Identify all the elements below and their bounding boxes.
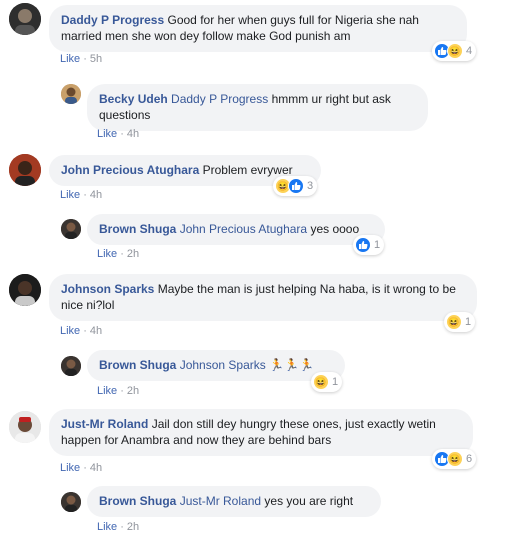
comment-actions: Like · 2h — [97, 385, 140, 397]
haha-icon: 😆 — [313, 374, 329, 390]
comment-text: Problem evrywer — [202, 163, 293, 177]
mention-tag[interactable]: Daddy P Progress — [171, 92, 268, 106]
reaction-summary[interactable]: 1 — [353, 235, 385, 255]
reaction-count: 3 — [307, 180, 314, 192]
author-name[interactable]: Daddy P Progress — [61, 13, 164, 27]
comment-actions: Like · 2h — [97, 248, 140, 260]
comment-bubble: Johnson Sparks Maybe the man is just hel… — [49, 274, 477, 321]
author-name[interactable]: Becky Udeh — [99, 92, 168, 106]
like-icon — [288, 178, 304, 194]
comment-bubble: Brown Shuga Just-Mr Roland yes you are r… — [87, 486, 381, 517]
avatar[interactable] — [9, 274, 41, 306]
haha-icon: 😆 — [447, 451, 463, 467]
reaction-summary[interactable]: 😆 1 — [311, 372, 343, 392]
like-link[interactable]: Like — [60, 53, 80, 65]
timestamp[interactable]: 4h — [90, 325, 102, 337]
like-link[interactable]: Like — [97, 521, 117, 533]
like-link[interactable]: Like — [60, 189, 80, 201]
comment-text: yes oooo — [310, 222, 360, 236]
mention-tag[interactable]: Johnson Sparks — [180, 358, 266, 372]
reaction-summary[interactable]: 😆 3 — [273, 176, 318, 196]
avatar[interactable] — [9, 411, 41, 443]
avatar[interactable] — [9, 154, 41, 186]
haha-icon: 😆 — [446, 314, 462, 330]
timestamp[interactable]: 2h — [127, 248, 139, 260]
timestamp[interactable]: 4h — [127, 128, 139, 140]
reaction-count: 4 — [466, 45, 473, 57]
reaction-summary[interactable]: 😆 1 — [444, 312, 476, 332]
comment-actions: Like · 4h — [97, 128, 140, 140]
haha-icon: 😆 — [447, 43, 463, 59]
comment-actions: Like · 5h — [60, 53, 103, 65]
like-link[interactable]: Like — [97, 128, 117, 140]
comment-actions: Like · 4h — [60, 462, 103, 474]
author-name[interactable]: John Precious Atughara — [61, 163, 199, 177]
timestamp[interactable]: 4h — [90, 189, 102, 201]
avatar[interactable] — [61, 219, 81, 239]
comment-bubble: Becky Udeh Daddy P Progress hmmm ur righ… — [87, 84, 428, 131]
author-name[interactable]: Brown Shuga — [99, 222, 176, 236]
avatar[interactable] — [9, 3, 41, 35]
like-link[interactable]: Like — [60, 462, 80, 474]
like-icon — [355, 237, 371, 253]
reaction-count: 1 — [332, 376, 339, 388]
timestamp[interactable]: 2h — [127, 385, 139, 397]
timestamp[interactable]: 2h — [127, 521, 139, 533]
comment-actions: Like · 2h — [97, 521, 140, 533]
timestamp[interactable]: 4h — [90, 462, 102, 474]
reaction-count: 6 — [466, 453, 473, 465]
comment-text: 🏃🏃🏃 — [269, 358, 314, 372]
like-link[interactable]: Like — [97, 385, 117, 397]
mention-tag[interactable]: John Precious Atughara — [180, 222, 307, 236]
reaction-summary[interactable]: 😆 4 — [432, 41, 477, 61]
reaction-count: 1 — [374, 239, 381, 251]
like-link[interactable]: Like — [97, 248, 117, 260]
comment-text: yes you are right — [264, 494, 354, 508]
comment-bubble: Just-Mr Roland Jail don still dey hungry… — [49, 409, 473, 456]
avatar[interactable] — [61, 356, 81, 376]
avatar[interactable] — [61, 492, 81, 512]
like-link[interactable]: Like — [60, 325, 80, 337]
reaction-summary[interactable]: 😆 6 — [432, 449, 477, 469]
author-name[interactable]: Johnson Sparks — [61, 282, 154, 296]
comment-bubble: Brown Shuga John Precious Atughara yes o… — [87, 214, 385, 245]
comment-actions: Like · 4h — [60, 189, 103, 201]
timestamp[interactable]: 5h — [90, 53, 102, 65]
comment-actions: Like · 4h — [60, 325, 103, 337]
comment-bubble: Daddy P Progress Good for her when guys … — [49, 5, 467, 52]
mention-tag[interactable]: Just-Mr Roland — [180, 494, 261, 508]
comment-bubble: Brown Shuga Johnson Sparks 🏃🏃🏃 — [87, 350, 345, 381]
author-name[interactable]: Just-Mr Roland — [61, 417, 148, 431]
author-name[interactable]: Brown Shuga — [99, 494, 176, 508]
avatar[interactable] — [61, 84, 81, 104]
author-name[interactable]: Brown Shuga — [99, 358, 176, 372]
reaction-count: 1 — [465, 316, 472, 328]
